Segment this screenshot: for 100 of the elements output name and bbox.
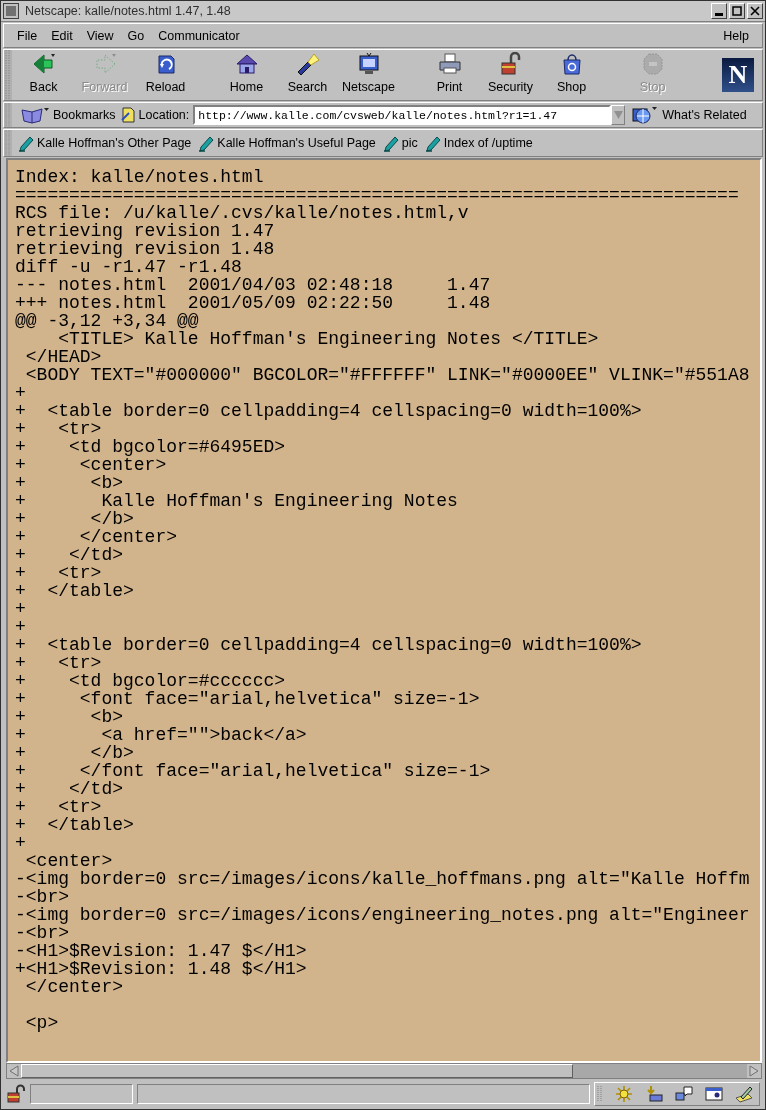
bookmark-link[interactable]: pic [382, 134, 418, 152]
code-line: + <table border=0 cellpadding=4 cellspacing=0 width=100%> [15, 636, 642, 654]
code-line: -<br> [15, 924, 69, 942]
toolbar-button[interactable]: Home [216, 51, 277, 99]
toolbar-button[interactable]: Search [277, 51, 338, 99]
window-title: Netscape: kalle/notes.html 1.47, 1.48 [25, 4, 232, 18]
code-line: + [15, 618, 26, 636]
code-line: -<br> [15, 888, 69, 906]
inbox-icon[interactable] [645, 1085, 663, 1103]
code-line: =================================================================== [15, 186, 739, 204]
code-line: + [15, 600, 26, 618]
bookmark-link[interactable]: Kalle Hoffman's Useful Page [198, 134, 376, 152]
url-dropdown-button[interactable] [611, 105, 626, 125]
toolbar-button[interactable]: Security [480, 51, 541, 99]
code-line: retrieving revision 1.47 [15, 222, 275, 240]
code-line: + <td bgcolor=#cccccc> [15, 672, 286, 690]
scroll-left-icon[interactable] [7, 1064, 21, 1078]
code-line: </HEAD> [24, 348, 102, 366]
toolbar-grip[interactable] [4, 50, 12, 100]
pen-icon [18, 134, 35, 152]
window-menu-icon[interactable] [3, 3, 19, 19]
maximize-icon [732, 6, 742, 16]
maximize-button[interactable] [729, 3, 745, 19]
book-icon [20, 106, 50, 124]
bookmark-link[interactable]: Index of /uptime [424, 134, 533, 152]
code-line: + <b> [15, 474, 124, 492]
padlock-icon[interactable] [6, 1084, 26, 1104]
code-line: RCS file: /u/kalle/.cvs/kalle/notes.html,v [15, 204, 469, 222]
code-line: + <b> [15, 708, 124, 726]
code-line: + </b> [15, 744, 134, 762]
chat-icon[interactable] [675, 1085, 693, 1103]
location-label: Location: [119, 106, 190, 124]
code-line: + </b> [15, 510, 134, 528]
code-line: + </table> [15, 816, 134, 834]
code-line: -<img border=0 src=/images/icons/kalle_hoffmans.png alt="Kalle Hoffm [15, 870, 750, 888]
component-bar-grip[interactable] [597, 1086, 603, 1102]
globe-icon [631, 105, 660, 125]
code-line: + [15, 834, 26, 852]
toolbar-button[interactable]: Reload [135, 51, 196, 99]
menu-item[interactable]: Communicator [151, 27, 247, 45]
code-line: + [15, 384, 26, 402]
menu-item[interactable]: View [79, 27, 121, 45]
pen-icon [424, 134, 442, 152]
pen-icon [198, 134, 216, 152]
bookmarks-button[interactable]: Bookmarks [20, 106, 116, 124]
code-line: + <tr> [15, 798, 102, 816]
close-icon [750, 6, 760, 16]
pen-paper-icon[interactable] [735, 1085, 753, 1103]
code-line: +<H1>$Revision: 1.48 $</H1> [15, 960, 307, 978]
code-line: + <tr> [15, 564, 102, 582]
scrollbar-thumb[interactable] [21, 1064, 573, 1078]
code-line: -<img border=0 src=/images/icons/engineering_notes.png alt="Engineer [15, 906, 750, 924]
netscape-logo[interactable]: N [722, 58, 754, 92]
code-line: </center> [24, 978, 124, 996]
code-line: + <a href="">back</a> [15, 726, 307, 744]
caret-icon [613, 111, 623, 119]
sparkle-icon[interactable] [615, 1085, 633, 1103]
code-line: + <tr> [15, 654, 102, 672]
scroll-right-icon[interactable] [747, 1064, 761, 1078]
code-line: + </td> [15, 546, 124, 564]
menu-item[interactable]: Go [120, 27, 152, 45]
url-field[interactable]: http://www.kalle.com/cvsweb/kalle/notes.html?r1=1.47 [193, 105, 612, 125]
toolbar-button[interactable]: Shop [541, 51, 602, 99]
minimize-icon [715, 12, 723, 16]
toolbar-grip[interactable] [4, 103, 12, 127]
menu-item[interactable]: Edit [44, 27, 80, 45]
code-line: diff -u -r1.47 -r1.48 [15, 258, 242, 276]
code-line: + <center> [15, 456, 167, 474]
back-arrow-icon [31, 52, 56, 76]
house-icon [234, 52, 259, 76]
toolbar-button[interactable]: Netscape [338, 51, 399, 99]
code-line: Index: kalle/notes.html [15, 168, 264, 186]
code-line: + </td> [15, 780, 124, 798]
code-line: +++ notes.html 2001/05/09 02:22:50 1.48 [15, 294, 491, 312]
code-line: + <tr> [15, 420, 102, 438]
code-line: <TITLE> Kalle Hoffman's Engineering Notes </TITLE> [57, 330, 599, 348]
menu-item[interactable]: Help [716, 27, 756, 45]
menu-item[interactable]: File [10, 27, 45, 45]
toolbar-grip[interactable] [4, 130, 12, 156]
whats-related-button[interactable]: What's Related [631, 105, 747, 125]
stop-icon [640, 52, 665, 76]
pen-icon [382, 134, 400, 152]
code-line: <center> [24, 852, 113, 870]
bookmark-link[interactable]: Kalle Hoffman's Other Page [18, 134, 192, 152]
close-button[interactable] [747, 3, 763, 19]
code-line: + <font face="arial,helvetica" size=-1> [15, 690, 480, 708]
code-line: + </center> [15, 528, 178, 546]
minimize-button[interactable] [711, 3, 727, 19]
flashlight-icon [295, 52, 320, 76]
code-line: + </font face="arial,helvetica" size=-1> [15, 762, 491, 780]
padlock-icon [498, 52, 523, 76]
page-drag-icon [119, 106, 136, 124]
code-line: --- notes.html 2001/04/03 02:48:18 1.47 [15, 276, 491, 294]
toolbar-button[interactable]: Back [13, 51, 74, 99]
address-card-icon[interactable] [705, 1085, 723, 1103]
monitor-icon [356, 52, 381, 76]
toolbar-button[interactable]: Print [419, 51, 480, 99]
code-line: + </table> [15, 582, 134, 600]
code-line: + <table border=0 cellpadding=4 cellspacing=0 width=100%> [15, 402, 642, 420]
code-line: + Kalle Hoffman's Engineering Notes [15, 492, 458, 510]
